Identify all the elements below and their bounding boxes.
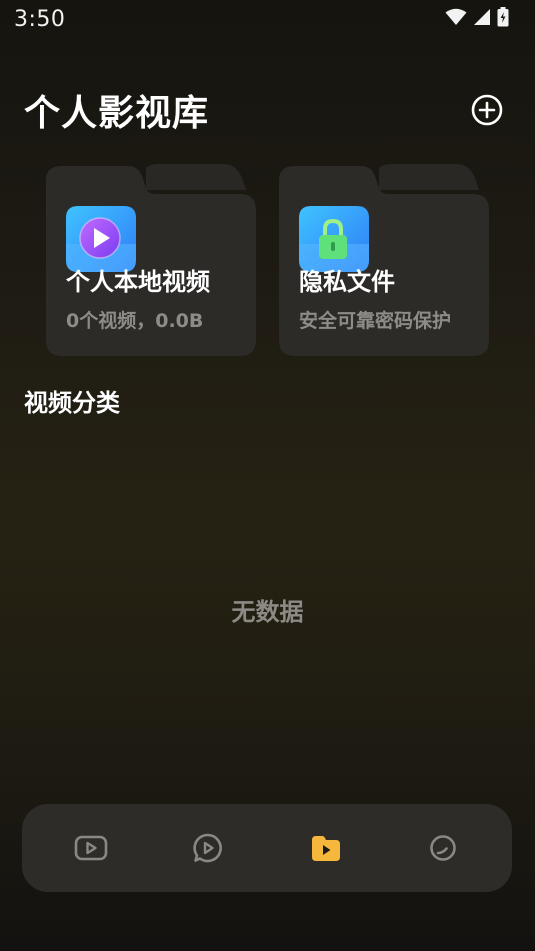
status-time: 3:50 — [14, 6, 66, 32]
nav-tab-folder-play[interactable] — [296, 818, 356, 878]
card-title: 个人本地视频 — [66, 268, 210, 296]
bottom-nav — [22, 804, 512, 892]
section-title: 视频分类 — [24, 389, 120, 417]
video-tab-icon — [74, 835, 108, 861]
card-subtitle: 安全可靠密码保护 — [299, 310, 452, 332]
status-bar: 3:50 — [0, 0, 535, 38]
plus-circle-icon — [471, 94, 503, 126]
play-chat-tab-icon — [193, 833, 223, 863]
empty-state-text: 无数据 — [231, 598, 304, 626]
nav-tab-circle[interactable] — [413, 818, 473, 878]
nav-tab-play-chat[interactable] — [178, 818, 238, 878]
local-videos-card[interactable]: 个人本地视频 0个视频，0.0B — [46, 164, 256, 358]
folder-cards: 个人本地视频 0个视频，0.0B 隐私文件 安全可靠密码保护 — [46, 164, 490, 360]
circle-tab-icon — [430, 835, 457, 861]
wifi-icon — [445, 8, 467, 30]
status-icons — [445, 7, 509, 31]
header: 个人影视库 — [24, 84, 510, 136]
folder-play-tab-icon — [311, 836, 340, 861]
private-files-card[interactable]: 隐私文件 安全可靠密码保护 — [279, 164, 489, 358]
card-title: 隐私文件 — [299, 268, 395, 296]
card-subtitle: 0个视频，0.0B — [66, 310, 204, 332]
signal-icon — [473, 8, 491, 30]
add-button[interactable] — [470, 93, 504, 127]
nav-tab-video[interactable] — [61, 818, 121, 878]
page-title: 个人影视库 — [24, 93, 210, 134]
battery-icon — [497, 7, 509, 31]
